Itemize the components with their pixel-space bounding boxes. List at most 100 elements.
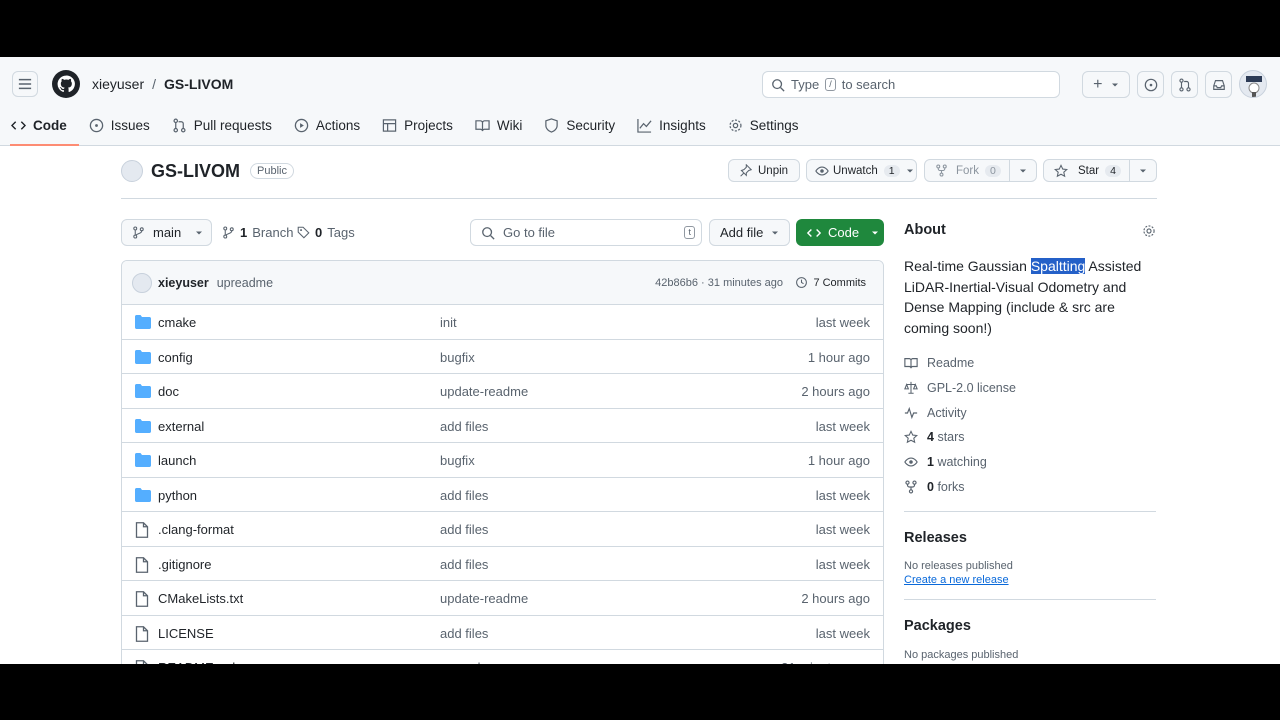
menu-button[interactable]	[12, 71, 38, 97]
avatar[interactable]	[132, 272, 152, 293]
file-commit-message[interactable]: init	[440, 315, 457, 330]
tag-icon	[297, 226, 310, 239]
file-commit-message[interactable]: bugfix	[440, 350, 475, 365]
search-input[interactable]: Type / to search	[762, 71, 1060, 98]
file-commit-message[interactable]: add files	[440, 488, 488, 503]
watching-link[interactable]: 1 watching	[904, 450, 1156, 475]
pull-requests-button[interactable]	[1171, 71, 1198, 98]
fork-label: Fork	[956, 164, 979, 177]
readme-link[interactable]: Readme	[904, 351, 1156, 376]
header-divider	[121, 198, 1157, 199]
file-name[interactable]: .clang-format	[158, 522, 234, 537]
table-icon	[382, 118, 397, 132]
file-commit-message[interactable]: bugfix	[440, 453, 475, 468]
file-name[interactable]: LICENSE	[158, 626, 214, 641]
branch-selector[interactable]: main	[121, 219, 212, 246]
issues-button[interactable]	[1137, 71, 1164, 98]
table-row[interactable]: LICENSE add files last week	[122, 616, 883, 650]
star-button[interactable]: Star 4	[1043, 159, 1157, 182]
activity-link[interactable]: Activity	[904, 400, 1156, 425]
table-row[interactable]: CMakeLists.txt update-readme 2 hours ago	[122, 581, 883, 616]
file-name[interactable]: cmake	[158, 315, 196, 330]
table-row[interactable]: .clang-format add files last week	[122, 512, 883, 547]
table-row[interactable]: .gitignore add files last week	[122, 547, 883, 581]
license-link[interactable]: GPL-2.0 license	[904, 376, 1156, 401]
triangle-down-icon	[906, 169, 913, 172]
table-row[interactable]: python add files last week	[122, 478, 883, 512]
file-icon	[135, 522, 149, 538]
tab-projects[interactable]: Projects	[371, 113, 464, 137]
breadcrumb-repo-link[interactable]: GS-LIVOM	[164, 76, 233, 92]
inbox-button[interactable]	[1205, 71, 1232, 98]
table-row[interactable]: cmake init last week	[122, 305, 883, 340]
folder-icon	[135, 487, 151, 502]
about-heading: About	[904, 222, 946, 238]
tab-security[interactable]: Security	[533, 113, 626, 137]
tab-label: Issues	[110, 117, 150, 133]
file-commit-message[interactable]: add files	[440, 522, 488, 537]
tab-settings[interactable]: Settings	[717, 113, 810, 137]
unwatch-button[interactable]: Unwatch 1	[806, 159, 917, 182]
code-icon	[807, 228, 821, 237]
stars-link[interactable]: 4 stars	[904, 425, 1156, 450]
file-name[interactable]: .gitignore	[158, 557, 211, 572]
file-commit-message[interactable]: update-readme	[440, 591, 528, 606]
fork-button[interactable]: Fork 0	[924, 159, 1037, 182]
table-row[interactable]: external add files last week	[122, 409, 883, 443]
file-name[interactable]: python	[158, 488, 197, 503]
git-branch-icon	[223, 226, 234, 239]
table-row[interactable]: config bugfix 1 hour ago	[122, 340, 883, 374]
unpin-button[interactable]: Unpin	[728, 159, 800, 182]
file-name[interactable]: doc	[158, 384, 179, 399]
forks-link[interactable]: 0 forks	[904, 474, 1156, 499]
file-commit-message[interactable]: add files	[440, 626, 488, 641]
table-row[interactable]: doc update-readme 2 hours ago	[122, 374, 883, 409]
selected-text: Spaltting	[1030, 258, 1086, 274]
sidebar-divider	[904, 599, 1156, 601]
file-name[interactable]: external	[158, 419, 204, 434]
tab-actions[interactable]: Actions	[283, 113, 371, 137]
tab-insights[interactable]: Insights	[626, 113, 717, 137]
file-updated-time: 1 hour ago	[807, 453, 870, 468]
repo-name[interactable]: GS-LIVOM	[151, 161, 240, 182]
tags-link[interactable]: 0 Tags	[297, 225, 355, 240]
packages-heading[interactable]: Packages	[904, 618, 1156, 634]
file-name[interactable]: CMakeLists.txt	[158, 591, 243, 606]
triangle-down-icon	[196, 231, 203, 234]
create-new-button[interactable]: +	[1082, 71, 1130, 98]
file-commit-message[interactable]: update-readme	[440, 384, 528, 399]
tab-issues[interactable]: Issues	[78, 113, 161, 137]
star-dropdown[interactable]	[1128, 160, 1156, 181]
branches-link[interactable]: 1 Branch	[222, 225, 293, 240]
user-avatar[interactable]	[1239, 70, 1267, 98]
go-to-file-input[interactable]: Go to file t	[470, 219, 702, 246]
file-commit-message[interactable]: add files	[440, 557, 488, 572]
breadcrumb-owner-link[interactable]: xieyuser	[92, 76, 144, 92]
table-row[interactable]: README.mdupreadme31 minutes ago	[122, 650, 883, 664]
commit-author[interactable]: xieyuser	[158, 276, 209, 290]
commits-link[interactable]: 7 Commits	[795, 276, 866, 289]
tab-label: Wiki	[496, 117, 523, 133]
file-name[interactable]: config	[158, 350, 193, 365]
table-row[interactable]: launch bugfix 1 hour ago	[122, 443, 883, 478]
code-button[interactable]: Code	[796, 219, 884, 246]
fork-dropdown[interactable]	[1008, 160, 1036, 181]
tab-code[interactable]: Code	[0, 113, 79, 146]
commit-message[interactable]: upreadme	[217, 276, 273, 290]
no-releases-text: No releases published	[904, 560, 1013, 573]
play-icon	[294, 118, 309, 132]
gear-icon[interactable]	[1142, 224, 1156, 238]
repo-owner-avatar[interactable]	[121, 160, 143, 182]
file-name[interactable]: launch	[158, 453, 196, 468]
repo-forked-icon	[905, 480, 917, 494]
tab-wiki[interactable]: Wiki	[464, 113, 534, 137]
file-commit-message[interactable]: add files	[440, 419, 488, 434]
commit-hash-time[interactable]: 42b86b6 · 31 minutes ago	[655, 277, 783, 289]
github-logo-icon[interactable]	[52, 70, 80, 98]
watching-count: 1	[927, 455, 934, 470]
add-file-button[interactable]: Add file	[709, 219, 790, 246]
tab-pull-requests[interactable]: Pull requests	[161, 113, 283, 137]
create-release-link[interactable]: Create a new release	[904, 574, 1156, 586]
file-icon	[135, 556, 149, 573]
releases-heading[interactable]: Releases	[904, 530, 1156, 546]
